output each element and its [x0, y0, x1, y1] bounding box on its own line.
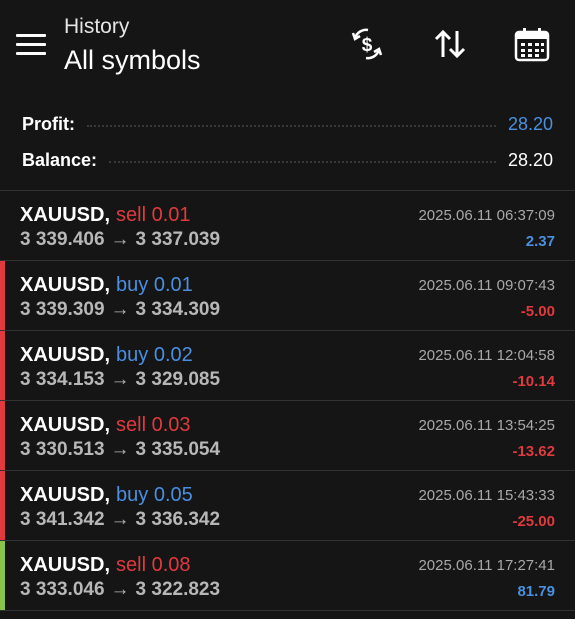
sort-arrows-icon[interactable] [428, 22, 472, 66]
symbol-separator: , [104, 204, 111, 226]
trade-prices: 3 341.342 → 3 336.342 [20, 509, 220, 531]
trade-header: XAUUSD, buy 0.02 [20, 344, 193, 366]
trade-header: XAUUSD, buy 0.05 [20, 484, 193, 506]
open-price: 3 333.046 [20, 579, 105, 600]
trade-profit: -5.00 [520, 303, 555, 320]
trade-header: XAUUSD, sell 0.08 [20, 554, 191, 576]
trade-type: buy 0.05 [116, 484, 193, 506]
page-subtitle: History [64, 15, 130, 38]
trade-header: XAUUSD, sell 0.01 [20, 204, 191, 226]
trade-status-bar [0, 191, 5, 260]
trade-header: XAUUSD, buy 0.01 [20, 274, 193, 296]
close-price: 3 334.309 [135, 299, 221, 320]
trade-type: sell 0.01 [116, 204, 191, 226]
trade-symbol: XAUUSD [20, 554, 105, 576]
trade-type: sell 0.08 [116, 554, 191, 576]
account-summary: Profit: 28.20 Balance: 28.20 [0, 96, 575, 190]
trade-profit: 2.37 [525, 233, 555, 250]
trade-row[interactable]: XAUUSD, buy 0.02 3 334.153 → 3 329.085 2025… [0, 331, 575, 401]
symbol-separator: , [104, 414, 111, 436]
close-price: 3 335.054 [135, 439, 221, 460]
trade-prices: 3 339.309 → 3 334.309 [20, 299, 220, 321]
dotted-leader [87, 125, 496, 127]
dotted-leader [109, 161, 496, 163]
header-titles: History All symbols [64, 14, 201, 78]
trade-row[interactable]: XAUUSD, sell 0.03 3 330.513 → 3 335.054 202… [0, 401, 575, 471]
right-arrow-icon: → [110, 509, 130, 530]
trade-prices: 3 334.153 → 3 329.085 [20, 369, 220, 391]
close-price: 3 337.039 [135, 229, 221, 250]
trade-status-bar [0, 331, 5, 400]
trade-profit: -25.00 [512, 513, 555, 530]
trade-status-bar [0, 261, 5, 330]
trade-time: 2025.06.11 15:43:33 [418, 487, 555, 504]
trade-time: 2025.06.11 17:27:41 [418, 557, 555, 574]
right-arrow-icon: → [110, 369, 130, 390]
trade-symbol: XAUUSD [20, 274, 105, 296]
open-price: 3 334.153 [20, 369, 105, 390]
trade-history-list: XAUUSD, sell 0.01 3 339.406 → 3 337.039 202… [0, 190, 575, 611]
open-price: 3 339.309 [20, 299, 105, 320]
trade-type: buy 0.01 [116, 274, 193, 296]
balance-label: Balance: [22, 149, 98, 170]
trade-profit: -13.62 [512, 443, 555, 460]
profit-label: Profit: [22, 113, 75, 134]
trade-row[interactable]: XAUUSD, sell 0.08 3 333.046 → 3 322.823 202… [0, 541, 575, 611]
close-price: 3 336.342 [135, 509, 221, 530]
open-price: 3 330.513 [20, 439, 105, 460]
app-header: History All symbols $ [0, 0, 575, 96]
menu-icon[interactable] [16, 34, 46, 56]
trade-profit: -10.14 [512, 373, 555, 390]
symbol-separator: , [104, 274, 111, 296]
svg-text:$: $ [362, 35, 373, 56]
trade-status-bar [0, 541, 5, 610]
trade-symbol: XAUUSD [20, 344, 105, 366]
symbol-separator: , [104, 484, 111, 506]
trade-time: 2025.06.11 06:37:09 [418, 207, 555, 224]
trade-profit: 81.79 [517, 583, 555, 600]
balance-row: Balance: 28.20 [22, 142, 553, 178]
trade-time: 2025.06.11 12:04:58 [418, 347, 555, 364]
trade-type: buy 0.02 [116, 344, 193, 366]
right-arrow-icon: → [110, 439, 130, 460]
trade-time: 2025.06.11 13:54:25 [418, 417, 555, 434]
trade-symbol: XAUUSD [20, 414, 105, 436]
right-arrow-icon: → [110, 579, 130, 600]
trade-row[interactable]: XAUUSD, buy 0.05 3 341.342 → 3 336.342 2025… [0, 471, 575, 541]
right-arrow-icon: → [110, 229, 130, 250]
open-price: 3 341.342 [20, 509, 105, 530]
symbol-separator: , [104, 554, 111, 576]
page-title[interactable]: All symbols [64, 42, 201, 78]
balance-value: 28.20 [507, 149, 553, 170]
trade-row[interactable]: XAUUSD, buy 0.01 3 339.309 → 3 334.309 2025… [0, 261, 575, 331]
dollar-exchange-icon[interactable]: $ [345, 22, 389, 66]
trade-prices: 3 333.046 → 3 322.823 [20, 579, 220, 601]
calendar-icon[interactable] [510, 22, 554, 66]
close-price: 3 322.823 [135, 579, 221, 600]
trade-prices: 3 330.513 → 3 335.054 [20, 439, 220, 461]
trade-status-bar [0, 471, 5, 540]
trade-status-bar [0, 401, 5, 470]
trade-symbol: XAUUSD [20, 484, 105, 506]
trade-time: 2025.06.11 09:07:43 [418, 277, 555, 294]
profit-row: Profit: 28.20 [22, 106, 553, 142]
trade-header: XAUUSD, sell 0.03 [20, 414, 191, 436]
close-price: 3 329.085 [135, 369, 221, 390]
trade-type: sell 0.03 [116, 414, 191, 436]
open-price: 3 339.406 [20, 229, 105, 250]
right-arrow-icon: → [110, 299, 130, 320]
trade-prices: 3 339.406 → 3 337.039 [20, 229, 220, 251]
trade-row[interactable]: XAUUSD, sell 0.01 3 339.406 → 3 337.039 202… [0, 191, 575, 261]
profit-value: 28.20 [507, 113, 553, 134]
trade-symbol: XAUUSD [20, 204, 105, 226]
symbol-separator: , [104, 344, 111, 366]
